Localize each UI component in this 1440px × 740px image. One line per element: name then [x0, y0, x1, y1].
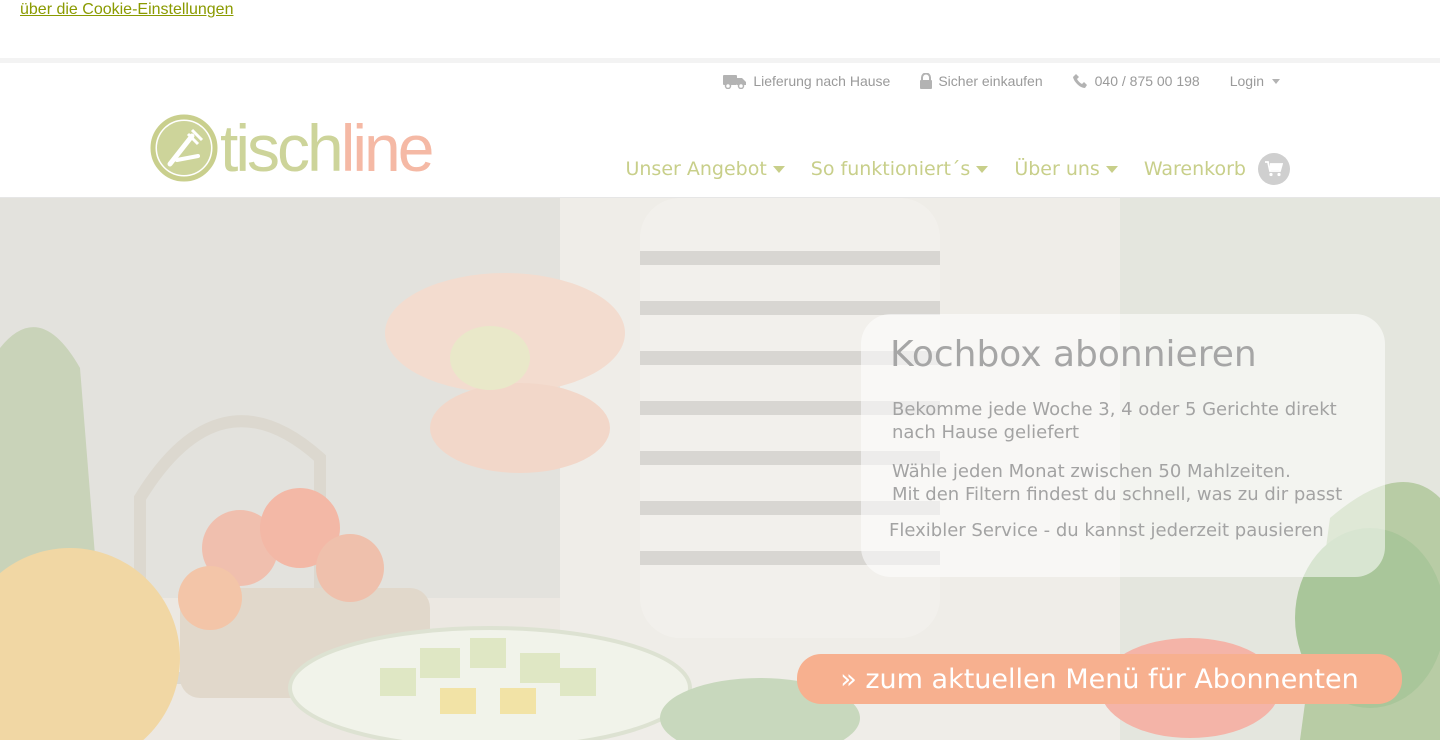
secure-label: Sicher einkaufen	[938, 73, 1043, 89]
chevron-down-icon	[1272, 78, 1280, 84]
site-header: Lieferung nach Hause Sicher einkaufen 04…	[0, 63, 1440, 198]
cart-icon[interactable]	[1258, 153, 1290, 185]
nav-how-label[interactable]: So funktioniert´s	[811, 158, 971, 180]
nav-about-label[interactable]: Über uns	[1014, 158, 1100, 180]
hero-banner: Kochbox abonnieren Bekomme jede Woche 3,…	[0, 198, 1440, 740]
nav-offer-label[interactable]: Unser Angebot	[625, 158, 766, 180]
subscription-info-box: Kochbox abonnieren Bekomme jede Woche 3,…	[861, 314, 1385, 577]
secure-info: Sicher einkaufen	[920, 73, 1043, 89]
cookie-settings-link[interactable]: über die Cookie-Einstellungen	[20, 1, 233, 19]
delivery-label: Lieferung nach Hause	[753, 73, 891, 89]
hero-text-meals-line2: Mit den Filtern findest du schnell, was …	[892, 484, 1343, 505]
nav-offer[interactable]: Unser Angebot	[625, 158, 785, 180]
logo-wordmark: tischline	[220, 111, 434, 185]
login-menu[interactable]: Login	[1230, 73, 1280, 89]
phone-number[interactable]: 040 / 875 00 198	[1095, 73, 1200, 89]
nav-about[interactable]: Über uns	[1014, 158, 1118, 180]
hero-text-flexible: Flexibler Service - du kannst jederzeit …	[889, 520, 1324, 541]
hero-title: Kochbox abonnieren	[890, 334, 1257, 375]
chevron-down-icon	[1105, 165, 1118, 173]
truck-icon	[723, 75, 747, 89]
tischline-logo[interactable]: tischline	[150, 111, 434, 185]
current-menu-button[interactable]: » zum aktuellen Menü für Abonnenten	[797, 654, 1402, 704]
hero-text-meals: Wähle jeden Monat zwischen 50 Mahlzeiten…	[892, 460, 1382, 506]
phone-icon	[1072, 74, 1087, 88]
hero-text-meals-line1: Wähle jeden Monat zwischen 50 Mahlzeiten…	[892, 461, 1291, 482]
delivery-info: Lieferung nach Hause	[723, 73, 890, 89]
login-label[interactable]: Login	[1230, 73, 1264, 89]
lock-icon	[920, 73, 933, 89]
nav-cart-label[interactable]: Warenkorb	[1144, 158, 1246, 180]
chevron-down-icon	[976, 165, 989, 173]
chevron-down-icon	[772, 165, 785, 173]
cookie-bar: über die Cookie-Einstellungen	[0, 0, 1440, 58]
fork-knife-logo-icon	[150, 114, 218, 182]
nav-how-it-works[interactable]: So funktioniert´s	[811, 158, 989, 180]
nav-cart[interactable]: Warenkorb	[1144, 153, 1290, 185]
hero-text-weekly: Bekomme jede Woche 3, 4 oder 5 Gerichte …	[892, 399, 1337, 443]
main-nav: Unser Angebot So funktioniert´s Über uns…	[625, 153, 1290, 185]
phone-info[interactable]: 040 / 875 00 198	[1072, 73, 1200, 89]
top-bar: Lieferung nach Hause Sicher einkaufen 04…	[723, 73, 1280, 89]
